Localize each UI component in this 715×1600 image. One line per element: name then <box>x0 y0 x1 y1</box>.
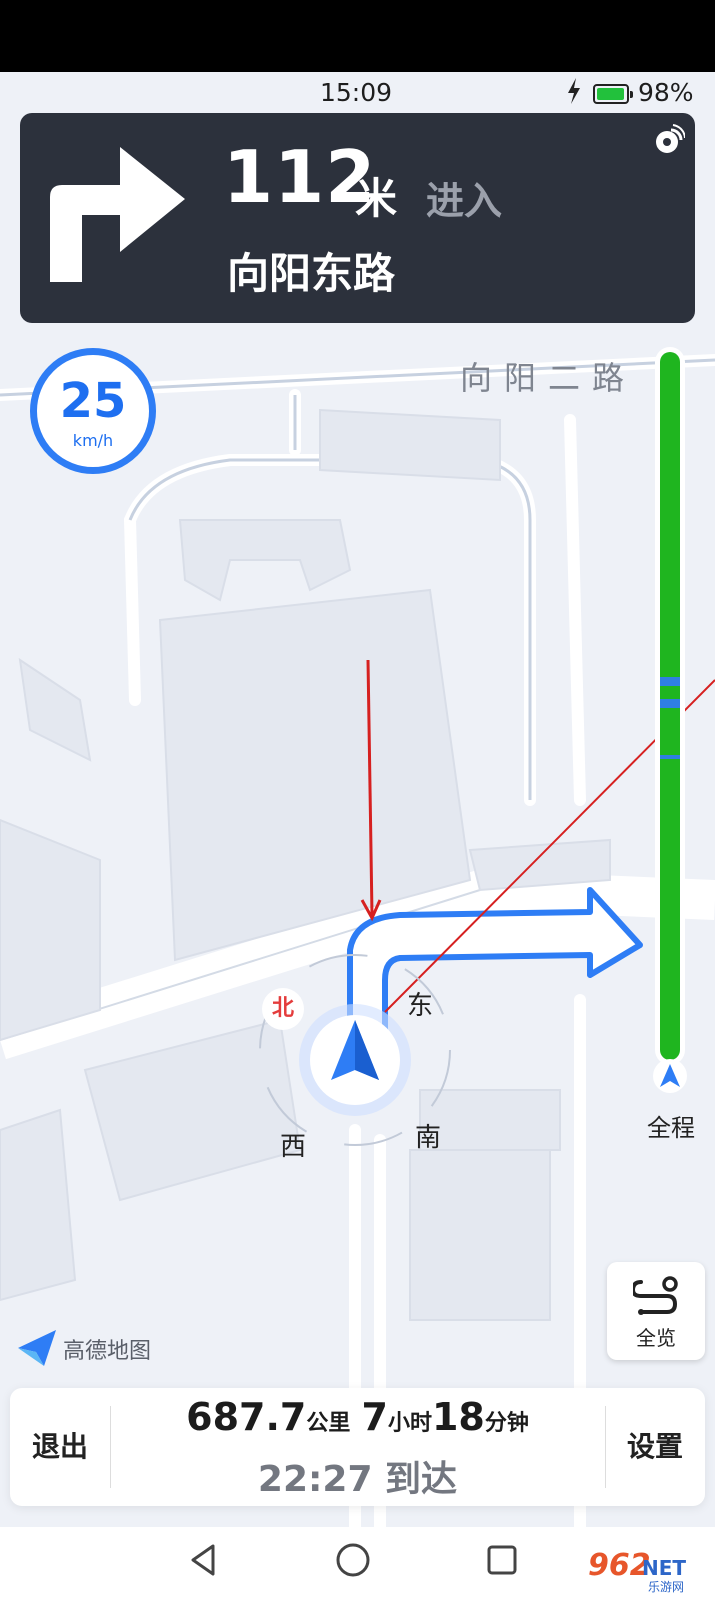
compass-west: 西 <box>280 1132 307 1162</box>
home-icon[interactable] <box>335 1542 371 1578</box>
turn-right-arrow-icon <box>50 147 185 282</box>
status-time: 15:09 <box>320 78 393 107</box>
watermark-suffix: NET <box>642 1556 687 1580</box>
charging-icon <box>568 78 580 104</box>
overview-button[interactable]: 全览 <box>607 1262 705 1360</box>
remaining-distance: 687.7 <box>186 1395 307 1439</box>
speed-value: 25 <box>59 373 127 429</box>
remaining-distance-unit: 公里 <box>306 1411 351 1436</box>
speed-unit: km/h <box>72 431 114 450</box>
route-progress-bar[interactable] <box>653 347 687 1093</box>
street-label: 向阳二路 <box>460 359 637 397</box>
next-road-name: 向阳东路 <box>227 249 396 298</box>
recent-apps-icon[interactable] <box>484 1542 520 1578</box>
turn-distance-unit: 米 <box>355 174 398 223</box>
trip-remaining: 687.7公里 7小时18分钟 <box>110 1395 605 1439</box>
remaining-minutes: 18 <box>431 1395 485 1439</box>
remaining-hours: 7 <box>361 1395 388 1439</box>
overview-label: 全览 <box>636 1326 676 1350</box>
battery-percentage: 98% <box>638 78 694 107</box>
remaining-hours-unit: 小时 <box>387 1411 432 1436</box>
amap-logo-icon <box>18 1330 56 1366</box>
top-black-bar <box>0 0 715 72</box>
brand-logo-text: 高德地图 <box>63 1339 152 1364</box>
turn-action: 进入 <box>426 179 503 223</box>
turn-distance: 112 <box>223 135 377 219</box>
arrival-time: 22:27 到达 <box>257 1459 458 1500</box>
settings-button[interactable]: 设置 <box>605 1388 705 1506</box>
remaining-minutes-unit: 分钟 <box>484 1411 529 1436</box>
navigation-arrow-icon <box>660 1064 680 1087</box>
battery-icon <box>593 84 633 104</box>
exit-button[interactable]: 退出 <box>10 1388 110 1506</box>
screen: 15:09 98% 112 米 进入 向阳东路 25 km/h 向阳二路 全程 <box>0 0 715 1600</box>
route-progress-segment <box>660 677 680 686</box>
route-progress-segment <box>660 699 680 708</box>
route-progress-label: 全程 <box>647 1114 695 1142</box>
back-icon[interactable] <box>185 1542 221 1578</box>
speed-indicator: 25 km/h <box>30 348 156 474</box>
watermark-caption: 乐游网 <box>648 1580 685 1594</box>
route-progress-marker <box>653 1059 687 1093</box>
voice-broadcast-icon[interactable] <box>653 124 685 156</box>
route-progress-segment <box>660 755 680 759</box>
route-overview-icon <box>633 1276 678 1315</box>
car-position-icon <box>299 1004 411 1116</box>
compass-south: 南 <box>415 1123 442 1153</box>
